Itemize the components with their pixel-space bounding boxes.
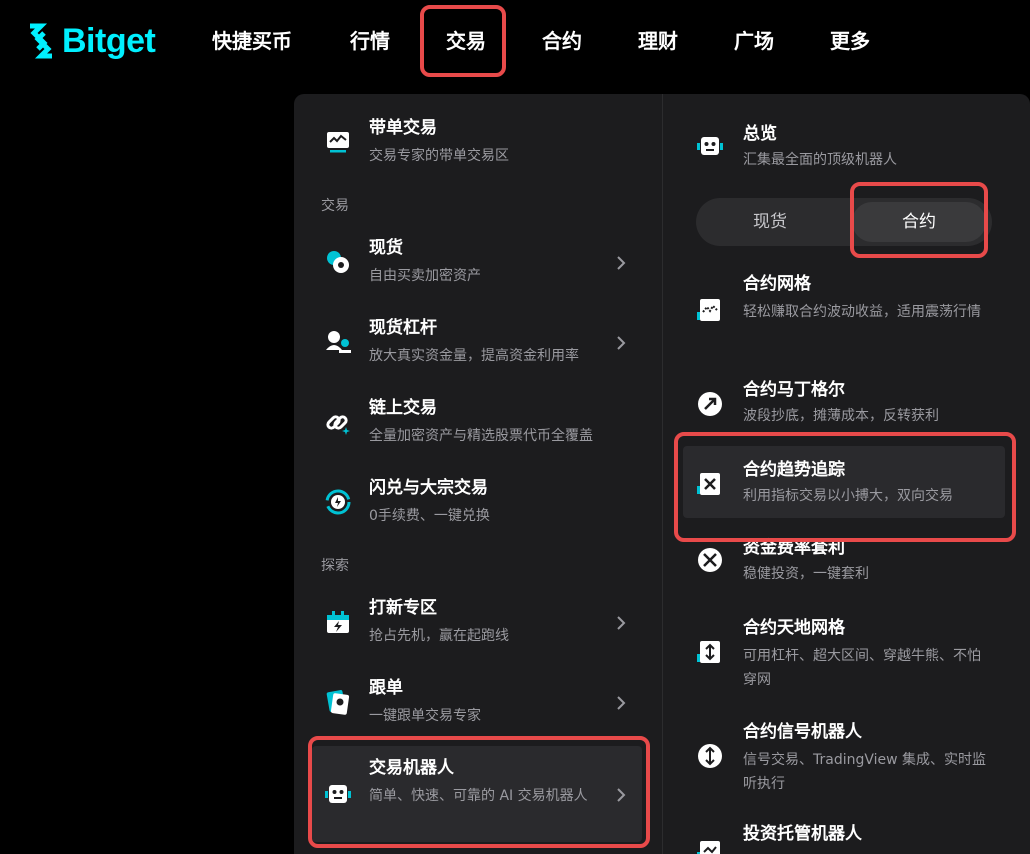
copy-trading-zone-title: 带单交易 bbox=[369, 118, 437, 138]
onchain-desc: 全量加密资产与精选股票代币全覆盖 bbox=[369, 428, 593, 444]
chevron-right-icon bbox=[614, 336, 628, 350]
chevron-right-icon bbox=[614, 788, 628, 802]
range-grid-icon bbox=[696, 638, 724, 666]
nav-futures[interactable]: 合约 bbox=[542, 24, 582, 58]
copy-trading-desc: 一键跟单交易专家 bbox=[369, 708, 481, 724]
spot-desc: 自由买卖加密资产 bbox=[369, 268, 481, 284]
menu-item-funding-arbitrage[interactable]: 资金费率套利 稳健投资，一键套利 bbox=[663, 534, 1030, 594]
menu-item-margin[interactable]: 现货杠杆 放大真实资金量，提高资金利用率 bbox=[294, 306, 662, 376]
menu-item-copy-trading[interactable]: 跟单 一键跟单交易专家 bbox=[294, 666, 662, 736]
futures-trend-desc: 利用指标交易以小搏大，双向交易 bbox=[743, 488, 953, 504]
calendar-bolt-icon bbox=[324, 608, 352, 636]
menu-item-futures-martingale[interactable]: 合约马丁格尔 波段抄底，摊薄成本，反转获利 bbox=[663, 368, 1030, 438]
futures-signal-bot-desc: 信号交易、TradingView 集成、实时监听执行 bbox=[743, 752, 987, 792]
futures-range-grid-title: 合约天地网格 bbox=[743, 618, 845, 638]
menu-item-spot[interactable]: 现货 自由买卖加密资产 bbox=[294, 226, 662, 296]
menu-item-copy-trading-zone[interactable]: 带单交易 交易专家的带单交易区 bbox=[294, 106, 662, 176]
arbitrage-icon bbox=[696, 546, 724, 574]
funding-arbitrage-title: 资金费率套利 bbox=[743, 538, 845, 558]
coins-icon bbox=[324, 248, 352, 276]
chevron-right-icon bbox=[614, 696, 628, 710]
chain-link-icon bbox=[324, 408, 352, 436]
trading-bots-title: 交易机器人 bbox=[369, 758, 454, 778]
bots-overview-title: 总览 bbox=[743, 124, 777, 144]
chart-monitor-icon bbox=[324, 128, 352, 156]
launchpad-title: 打新专区 bbox=[369, 598, 437, 618]
convert-title: 闪兑与大宗交易 bbox=[369, 478, 488, 498]
futures-martingale-title: 合约马丁格尔 bbox=[743, 380, 845, 400]
copy-trading-title: 跟单 bbox=[369, 678, 403, 698]
bitget-logo[interactable]: Bitget bbox=[24, 20, 156, 62]
chevron-right-icon bbox=[614, 616, 628, 630]
toggle-option-futures[interactable]: 合约 bbox=[852, 202, 986, 242]
spot-title: 现货 bbox=[369, 238, 403, 258]
menu-item-convert[interactable]: 闪兑与大宗交易 0手续费、一键兑换 bbox=[294, 466, 662, 536]
copy-card-icon bbox=[324, 688, 352, 716]
leverage-icon bbox=[324, 328, 352, 356]
nav-square[interactable]: 广场 bbox=[734, 24, 774, 58]
onchain-title: 链上交易 bbox=[369, 398, 437, 418]
robot-icon bbox=[324, 780, 352, 808]
trend-icon bbox=[696, 470, 724, 498]
chevron-right-icon bbox=[614, 256, 628, 270]
swap-icon bbox=[324, 488, 352, 516]
nav-quick-buy[interactable]: 快捷买币 bbox=[212, 24, 292, 58]
convert-desc: 0手续费、一键兑换 bbox=[369, 508, 490, 524]
bots-overview-desc: 汇集最全面的顶级机器人 bbox=[743, 152, 897, 168]
nav-earn[interactable]: 理财 bbox=[638, 24, 678, 58]
menu-item-onchain[interactable]: 链上交易 全量加密资产与精选股票代币全覆盖 bbox=[294, 386, 662, 456]
trade-dropdown-panel: 带单交易 交易专家的带单交易区 交易 现货 自由买卖加密资产 现货杠杆 放大真实… bbox=[294, 94, 1030, 854]
launchpad-desc: 抢占先机，赢在起跑线 bbox=[369, 628, 509, 644]
menu-item-futures-grid[interactable]: 合约网格 轻松赚取合约波动收益，适用震荡行情 bbox=[663, 264, 1030, 354]
menu-item-custody-bot[interactable]: 投资托管机器人 bbox=[663, 816, 1030, 854]
martingale-icon bbox=[696, 390, 724, 418]
nav-markets[interactable]: 行情 bbox=[350, 24, 390, 58]
menu-item-bots-overview[interactable]: 总览 汇集最全面的顶级机器人 bbox=[663, 108, 1030, 178]
futures-martingale-desc: 波段抄底，摊薄成本，反转获利 bbox=[743, 408, 939, 424]
menu-item-futures-signal-bot[interactable]: 合约信号机器人 信号交易、TradingView 集成、实时监听执行 bbox=[663, 712, 1030, 802]
section-label-trade: 交易 bbox=[321, 198, 349, 214]
nav-trade[interactable]: 交易 bbox=[446, 24, 486, 58]
brand-name: Bitget bbox=[62, 22, 156, 60]
futures-grid-desc: 轻松赚取合约波动收益，适用震荡行情 bbox=[743, 304, 981, 320]
custody-icon bbox=[696, 838, 724, 854]
futures-signal-bot-title: 合约信号机器人 bbox=[743, 722, 862, 742]
grid-chart-icon bbox=[696, 296, 724, 324]
futures-trend-title: 合约趋势追踪 bbox=[743, 460, 845, 480]
futures-grid-title: 合约网格 bbox=[743, 274, 811, 294]
menu-item-futures-trend[interactable]: 合约趋势追踪 利用指标交易以小搏大，双向交易 bbox=[663, 448, 1030, 518]
section-label-explore: 探索 bbox=[321, 558, 349, 574]
menu-item-futures-range-grid[interactable]: 合约天地网格 可用杠杆、超大区间、穿越牛熊、不怕穿网 bbox=[663, 608, 1030, 698]
trading-bots-desc: 简单、快速、可靠的 AI 交易机器人 bbox=[369, 788, 588, 804]
futures-range-grid-desc: 可用杠杆、超大区间、穿越牛熊、不怕穿网 bbox=[743, 648, 981, 688]
signal-icon bbox=[696, 742, 724, 770]
menu-item-trading-bots[interactable]: 交易机器人 简单、快速、可靠的 AI 交易机器人 bbox=[294, 746, 662, 842]
menu-item-launchpad[interactable]: 打新专区 抢占先机，赢在起跑线 bbox=[294, 586, 662, 656]
margin-desc: 放大真实资金量，提高资金利用率 bbox=[369, 348, 579, 364]
margin-title: 现货杠杆 bbox=[369, 318, 437, 338]
nav-more[interactable]: 更多 bbox=[830, 24, 870, 58]
custody-bot-title: 投资托管机器人 bbox=[743, 824, 862, 844]
toggle-option-spot[interactable]: 现货 bbox=[696, 198, 844, 246]
bitget-logo-icon bbox=[30, 23, 52, 59]
funding-arbitrage-desc: 稳健投资，一键套利 bbox=[743, 566, 869, 582]
bot-type-toggle: 现货 合约 bbox=[696, 198, 992, 246]
robot-icon bbox=[696, 132, 724, 160]
copy-trading-zone-desc: 交易专家的带单交易区 bbox=[369, 148, 509, 164]
